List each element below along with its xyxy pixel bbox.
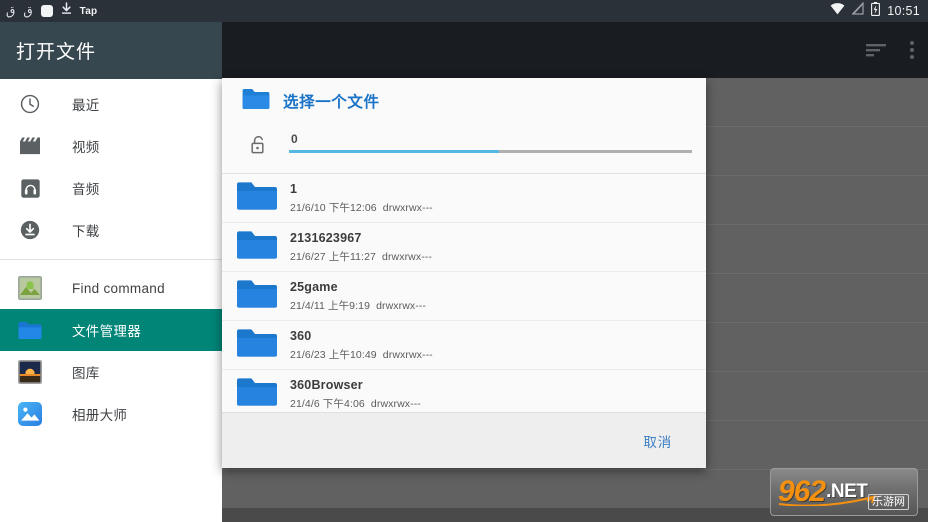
file-name: 2131623967 (290, 230, 362, 245)
status-bar-system-icons: 10:51 (830, 1, 920, 21)
watermark-cn-label: 乐游网 (868, 494, 909, 510)
more-vertical-icon[interactable] (910, 41, 914, 59)
file-picker-dialog: 选择一个文件 0 1 21/6/10 下午12:06 drwxrwx--- 21… (222, 78, 706, 468)
sidebar-item-label: Find command (72, 280, 165, 296)
table-row[interactable]: 360Browser 21/4/6 下午4:06 drwxrwx--- (222, 370, 706, 412)
path-progress-fill (289, 150, 499, 153)
file-info: 25game 21/4/11 上午9:19 drwxrwx--- (290, 279, 426, 314)
table-row[interactable]: 1 21/6/10 下午12:06 drwxrwx--- (222, 174, 706, 223)
sidebar-item-label: 相册大师 (72, 408, 128, 423)
signal-icon (851, 1, 864, 20)
tap-label: Tap (79, 5, 98, 17)
table-row[interactable]: 2131623967 21/6/27 上午11:27 drwxrwx--- (222, 223, 706, 272)
sidebar-item-gallery[interactable]: 图库 (0, 351, 222, 393)
sidebar-item-video[interactable]: 视频 (0, 125, 222, 167)
sidebar-item-audio[interactable]: 音频 (0, 167, 222, 209)
folder-icon (236, 376, 290, 413)
folder-icon (236, 327, 290, 364)
file-name: 1 (290, 181, 298, 196)
arabic-qaf-icon: ق (23, 4, 33, 18)
clock-icon (18, 92, 42, 116)
sidebar-item-label: 图库 (72, 366, 100, 381)
file-info: 2131623967 21/6/27 上午11:27 drwxrwx--- (290, 230, 432, 265)
file-info: 360 21/6/23 上午10:49 drwxrwx--- (290, 328, 433, 363)
path-value: 0 (291, 132, 298, 146)
wifi-icon (830, 2, 845, 20)
sidebar-item-find-command[interactable]: Find command (0, 267, 222, 309)
clock-label: 10:51 (887, 4, 920, 18)
file-meta: 21/6/23 上午10:49 drwxrwx--- (290, 348, 433, 361)
battery-charging-icon (871, 1, 881, 21)
dialog-title: 选择一个文件 (283, 94, 380, 111)
sort-icon-svg (866, 44, 886, 57)
download-circle-icon (18, 218, 42, 242)
movie-icon (18, 134, 42, 158)
download-arrow-icon (61, 2, 72, 20)
sidebar-item-recent[interactable]: 最近 (0, 83, 222, 125)
file-info: 1 21/6/10 下午12:06 drwxrwx--- (290, 181, 433, 216)
watermark-logo: 962 .NET 乐游网 (770, 468, 918, 516)
drawer-item-list: 最近 视频 音频 下载 Find command 文件管理器 图库 相册大师 (0, 79, 222, 435)
path-bar: 0 (222, 124, 706, 173)
folder-icon (242, 88, 283, 115)
file-name: 360Browser (290, 377, 363, 392)
gallery-app-icon (18, 360, 42, 384)
android-app-icon (18, 276, 42, 300)
dialog-header: 选择一个文件 (222, 78, 706, 124)
page-title: 打开文件 (16, 42, 97, 63)
path-input[interactable]: 0 (289, 132, 692, 153)
path-progress-track (289, 150, 692, 153)
navigation-drawer: 打开文件 最近 视频 音频 下载 Find command 文件管理器 图库 相… (0, 22, 222, 522)
status-bar-notifications: ق ق Tap (6, 2, 830, 20)
status-bar: ق ق Tap 10:51 (0, 0, 928, 22)
sort-icon[interactable] (866, 42, 888, 58)
photo-master-app-icon (18, 402, 42, 426)
drawer-header: 打开文件 (0, 22, 222, 79)
file-info: 360Browser 21/4/6 下午4:06 drwxrwx--- (290, 377, 421, 412)
drawer-divider (0, 259, 222, 260)
file-list[interactable]: 1 21/6/10 下午12:06 drwxrwx--- 2131623967 … (222, 174, 706, 412)
folder-app-icon (18, 318, 42, 342)
arabic-qaf-icon: ق (6, 4, 16, 18)
sidebar-item-label: 下载 (72, 224, 100, 239)
file-name: 25game (290, 279, 338, 294)
sidebar-item-label: 视频 (72, 140, 100, 155)
file-meta: 21/4/11 上午9:19 drwxrwx--- (290, 299, 427, 312)
sidebar-item-label: 文件管理器 (72, 324, 141, 339)
dialog-footer: 取消 (222, 412, 706, 468)
sidebar-item-photo-master[interactable]: 相册大师 (0, 393, 222, 435)
sidebar-item-label: 最近 (72, 98, 100, 113)
folder-icon (236, 229, 290, 266)
folder-icon (236, 180, 290, 217)
sidebar-item-download[interactable]: 下载 (0, 209, 222, 251)
square-badge-icon (40, 5, 53, 17)
file-meta: 21/6/27 上午11:27 drwxrwx--- (290, 250, 432, 263)
file-name: 360 (290, 328, 312, 343)
sidebar-item-file-manager[interactable]: 文件管理器 (0, 309, 222, 351)
file-meta: 21/6/10 下午12:06 drwxrwx--- (290, 201, 433, 214)
table-row[interactable]: 360 21/6/23 上午10:49 drwxrwx--- (222, 321, 706, 370)
sidebar-item-label: 音频 (72, 182, 100, 197)
app-toolbar (222, 22, 928, 78)
headphones-icon (18, 176, 42, 200)
folder-icon (236, 278, 290, 315)
unlock-icon (250, 132, 289, 160)
table-row[interactable]: 25game 21/4/11 上午9:19 drwxrwx--- (222, 272, 706, 321)
file-meta: 21/4/6 下午4:06 drwxrwx--- (290, 397, 421, 410)
cancel-button[interactable]: 取消 (637, 430, 678, 452)
